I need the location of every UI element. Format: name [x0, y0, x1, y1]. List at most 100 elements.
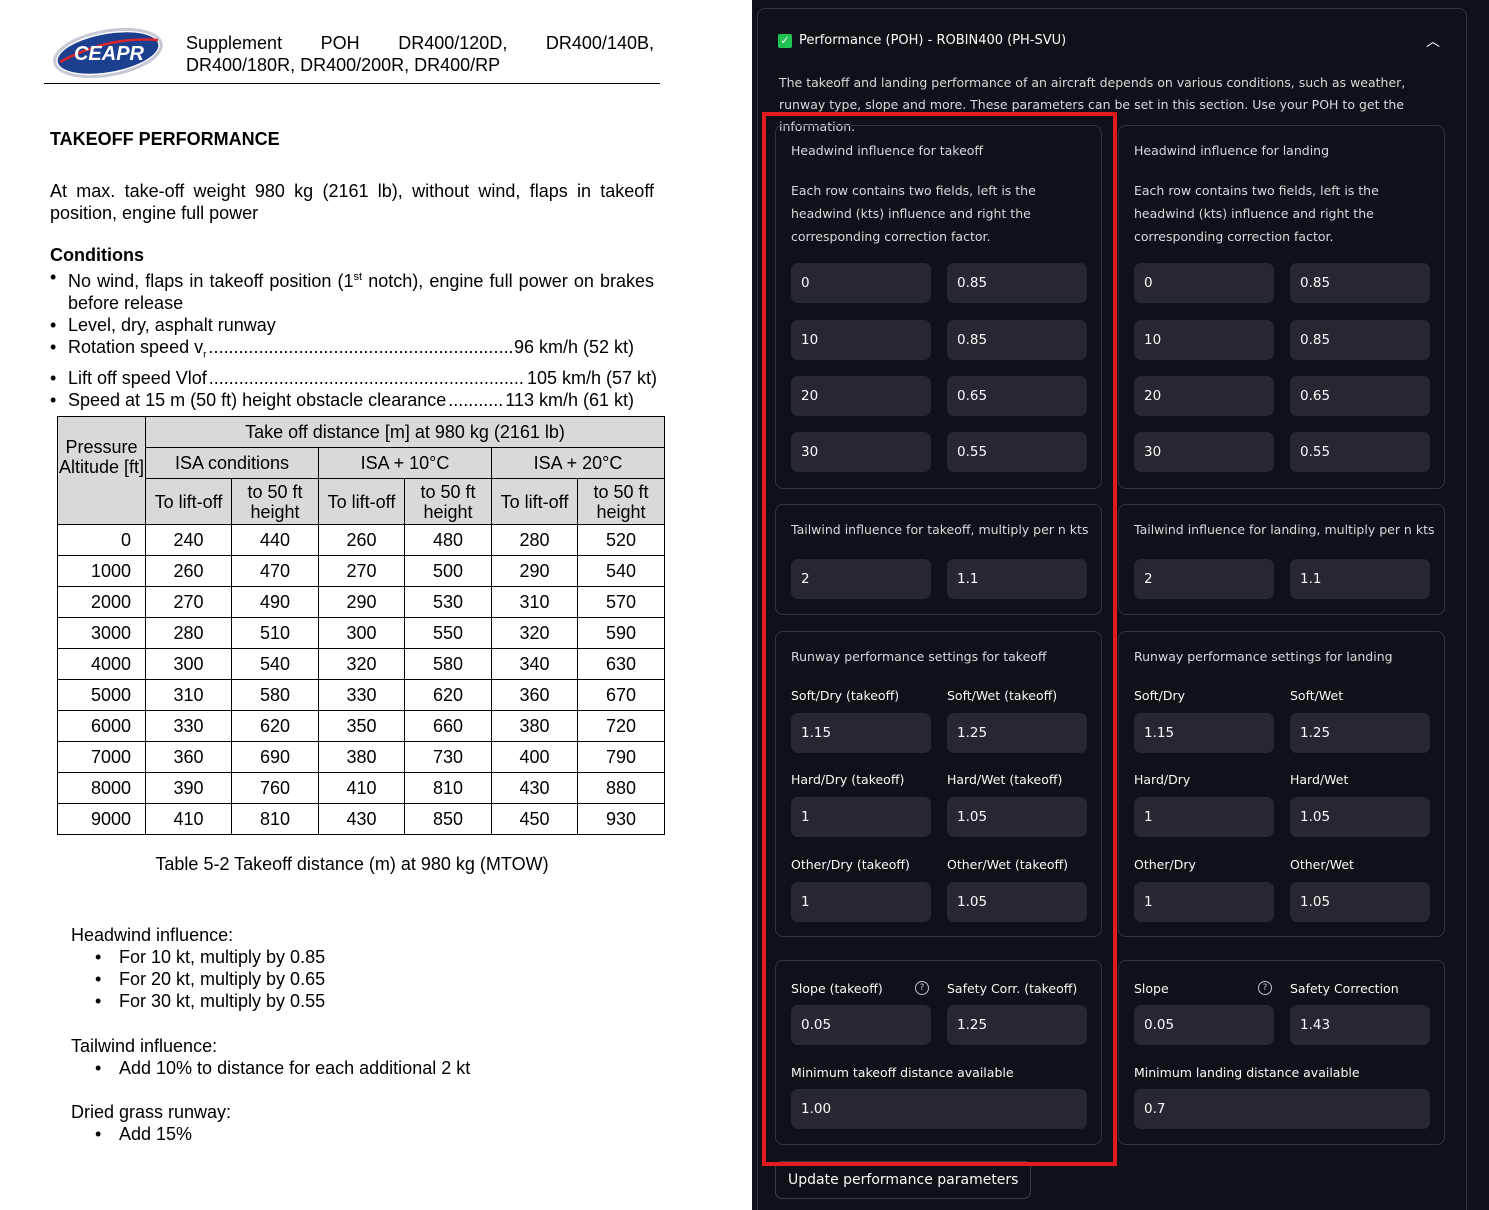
headwind-kts-input[interactable]: 30 [1134, 432, 1274, 472]
distance-cell: 260 [318, 524, 405, 556]
distance-cell: 360 [145, 741, 232, 773]
grass-note-title: Dried grass runway: [71, 1102, 232, 1122]
distance-cell: 810 [404, 772, 492, 804]
ceapr-logo: CEAPR [53, 27, 163, 78]
distance-cell: 760 [231, 772, 319, 804]
distance-cell: 290 [318, 586, 405, 618]
distance-cell: 340 [491, 648, 578, 680]
soft-wet-input[interactable]: 1.25 [1290, 713, 1430, 753]
card-description: Each row contains two fields, left is th… [1134, 183, 1379, 244]
headwind-kts-input[interactable]: 20 [1134, 376, 1274, 416]
min-distance-input[interactable]: 0.7 [1134, 1089, 1430, 1129]
distance-cell: 690 [231, 741, 319, 773]
safety-correction-input[interactable]: 1.25 [947, 1005, 1087, 1045]
headwind-kts-input[interactable]: 10 [791, 320, 931, 360]
headwind-factor-input[interactable]: 0.55 [1290, 432, 1430, 472]
landing-slope-card: Slope ? Safety Correction 0.05 1.43 Mini… [1118, 960, 1445, 1145]
distance-cell: 260 [145, 555, 232, 587]
headwind-kts-input[interactable]: 10 [1134, 320, 1274, 360]
headwind-factor-input[interactable]: 0.65 [1290, 376, 1430, 416]
distance-cell: 390 [145, 772, 232, 804]
soft-dry-input[interactable]: 1.15 [791, 713, 931, 753]
distance-cell: 720 [577, 710, 665, 742]
card-title: Runway performance settings for landing [1134, 649, 1393, 664]
distance-cell: 410 [318, 772, 405, 804]
expander-header[interactable]: ✓ Performance (POH) - ROBIN400 (PH-SVU) [778, 33, 1066, 48]
field-label: Other/Wet [1290, 857, 1354, 872]
card-title: Tailwind influence for landing, multiply… [1134, 522, 1435, 537]
headwind-kts-input[interactable]: 0 [791, 263, 931, 303]
other-wet-input[interactable]: 1.05 [947, 882, 1087, 922]
header-word: POH [320, 33, 360, 53]
subheader-liftoff: To lift-off [145, 478, 232, 525]
tailwind-kts-input[interactable]: 2 [791, 559, 931, 599]
soft-dry-input[interactable]: 1.15 [1134, 713, 1274, 753]
distance-cell: 470 [231, 555, 319, 587]
headwind-factor-input[interactable]: 0.85 [947, 263, 1087, 303]
headwind-kts-input[interactable]: 30 [791, 432, 931, 472]
help-icon[interactable]: ? [1258, 981, 1272, 995]
hard-dry-input[interactable]: 1 [791, 797, 931, 837]
tailwind-kts-input[interactable]: 2 [1134, 559, 1274, 599]
chevron-up-icon[interactable]: ︿ [1426, 31, 1440, 51]
list-item: Add 15% [95, 1123, 231, 1145]
condition-item: Rotation speed vr96 km/h (52 kt) [50, 336, 654, 367]
tailwind-factor-input[interactable]: 1.1 [1290, 559, 1430, 599]
table-row: 3000 280 510 300 550 320 590 [57, 617, 665, 649]
checkbox-checked-icon: ✓ [778, 33, 792, 48]
distance-cell: 850 [404, 803, 492, 835]
condition-header: ISA + 10°C [318, 447, 492, 479]
tailwind-factor-input[interactable]: 1.1 [947, 559, 1087, 599]
altitude-cell: 1000 [57, 555, 146, 587]
other-wet-input[interactable]: 1.05 [1290, 882, 1430, 922]
table-row: 8000 390 760 410 810 430 880 [57, 772, 665, 804]
conditions-list: No wind, flaps in takeoff position (1st … [50, 266, 657, 411]
hard-wet-input[interactable]: 1.05 [947, 797, 1087, 837]
hard-dry-input[interactable]: 1 [1134, 797, 1274, 837]
headwind-kts-input[interactable]: 20 [791, 376, 931, 416]
headwind-factor-input[interactable]: 0.85 [1290, 320, 1430, 360]
altitude-cell: 8000 [57, 772, 146, 804]
landing-runway-card: Runway performance settings for landing … [1118, 631, 1445, 937]
min-distance-input[interactable]: 1.00 [791, 1089, 1087, 1129]
other-dry-input[interactable]: 1 [1134, 882, 1274, 922]
subheader-50ft: to 50 ft height [577, 478, 665, 525]
hard-wet-input[interactable]: 1.05 [1290, 797, 1430, 837]
distance-cell: 400 [491, 741, 578, 773]
subheader-liftoff: To lift-off [491, 478, 578, 525]
distance-cell: 410 [145, 803, 232, 835]
distance-cell: 880 [577, 772, 665, 804]
table-caption: Table 5-2 Takeoff distance (m) at 980 kg… [155, 854, 549, 874]
headwind-note: Headwind influence: For 10 kt, multiply … [71, 924, 325, 1012]
tailwind-note-title: Tailwind influence: [71, 1036, 218, 1056]
field-label: Soft/Wet (takeoff) [947, 688, 1058, 703]
field-label: Soft/Wet [1290, 688, 1344, 703]
headwind-kts-input[interactable]: 0 [1134, 263, 1274, 303]
card-title: Headwind influence for landing [1134, 143, 1330, 158]
header-word: Supplement [186, 33, 283, 53]
headwind-factor-input[interactable]: 0.85 [1290, 263, 1430, 303]
headwind-factor-input[interactable]: 0.65 [947, 376, 1087, 416]
slope-input[interactable]: 0.05 [1134, 1005, 1274, 1045]
altitude-cell: 7000 [57, 741, 146, 773]
update-performance-button[interactable]: Update performance parameters [775, 1161, 1032, 1199]
condition-header: ISA conditions [145, 447, 319, 479]
slope-input[interactable]: 0.05 [791, 1005, 931, 1045]
field-label: Other/Dry (takeoff) [791, 857, 910, 872]
soft-wet-input[interactable]: 1.25 [947, 713, 1087, 753]
distance-cell: 590 [577, 617, 665, 649]
safety-correction-input[interactable]: 1.43 [1290, 1005, 1430, 1045]
distance-cell: 360 [491, 679, 578, 711]
table-row: 9000 410 810 430 850 450 930 [57, 803, 665, 835]
conditions-title: Conditions [50, 245, 144, 265]
condition-item: Lift off speed Vlof105 km/h (57 kt) [50, 367, 657, 389]
headwind-factor-input[interactable]: 0.55 [947, 432, 1087, 472]
distance-cell: 730 [404, 741, 492, 773]
help-icon[interactable]: ? [915, 981, 929, 995]
distance-cell: 630 [577, 648, 665, 680]
other-dry-input[interactable]: 1 [791, 882, 931, 922]
altitude-cell: 2000 [57, 586, 146, 618]
headwind-factor-input[interactable]: 0.85 [947, 320, 1087, 360]
distance-cell: 500 [404, 555, 492, 587]
distance-cell: 330 [318, 679, 405, 711]
